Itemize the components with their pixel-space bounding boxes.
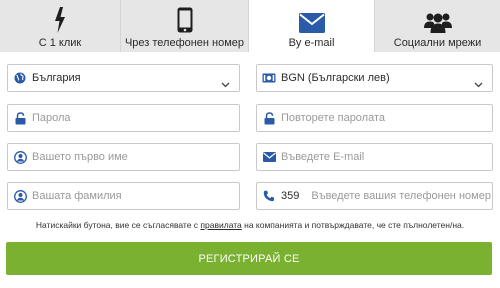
terms-rules-link[interactable]: правилата [200,220,241,230]
globe-icon [8,72,32,84]
tab-email-label: By e-mail [288,37,335,49]
envelope-icon [298,5,325,33]
tab-phone-number-label: Чрез телефонен номер [124,37,245,49]
password-placeholder: Парола [32,112,71,124]
tab-one-click-label: С 1 клик [38,37,82,49]
user-icon [8,189,32,203]
register-button[interactable]: РЕГИСТРИРАЙ СЕ [6,242,492,275]
phone-icon [257,190,281,202]
chevron-down-icon [221,75,230,93]
phone-country-code: 359 [281,190,300,202]
users-icon [423,5,453,33]
tab-one-click[interactable]: С 1 клик [0,0,120,52]
envelope-icon [257,152,281,162]
first-name-field[interactable]: Вашето първо име [7,143,240,171]
country-select[interactable]: България [7,64,240,92]
lightning-icon [53,5,67,33]
email-placeholder: Въведете E-mail [281,151,365,163]
password-repeat-field[interactable]: Повторете паролата [256,104,493,132]
tab-phone-number[interactable]: Чрез телефонен номер [120,0,248,52]
mobile-phone-icon [177,5,193,33]
password-field[interactable]: Парола [7,104,240,132]
currency-select[interactable]: BGN (Български лев) [256,64,493,92]
last-name-placeholder: Вашата фамилия [32,190,122,202]
country-value: България [32,72,81,84]
phone-field[interactable]: 359 Въведете вашия телефонен номер [256,182,493,210]
user-icon [8,150,32,164]
email-field[interactable]: Въведете E-mail [256,143,493,171]
phone-placeholder: Въведете вашия телефонен номер [311,190,491,202]
password-repeat-placeholder: Повторете паролата [281,112,386,124]
last-name-field[interactable]: Вашата фамилия [7,182,240,210]
lock-icon [257,111,281,125]
tab-email[interactable]: By e-mail [248,0,374,52]
currency-value: BGN (Български лев) [281,72,390,84]
money-icon [257,73,281,83]
first-name-placeholder: Вашето първо име [32,151,128,163]
terms-notice: Натискайки бутона, вие се съгласявате с … [0,220,500,230]
registration-tabs: С 1 клик Чрез телефонен номер By e-mail … [0,0,500,52]
lock-icon [8,111,32,125]
tab-social-networks-label: Социални мрежи [393,37,482,49]
terms-text-after: на компанията и потвърждавате, че сте пъ… [241,220,465,230]
chevron-down-icon [474,75,483,93]
tab-social-networks[interactable]: Социални мрежи [374,0,500,52]
terms-text-before: Натискайки бутона, вие се съгласявате с [35,220,201,230]
